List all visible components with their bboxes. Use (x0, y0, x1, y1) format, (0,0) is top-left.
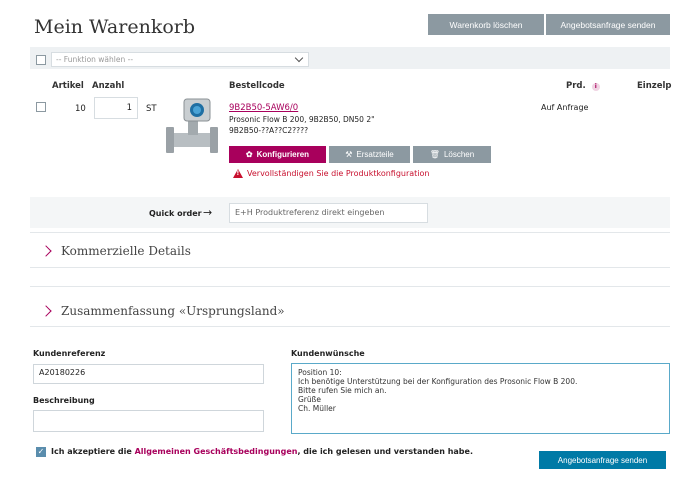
trash-icon: 🗑 (429, 150, 440, 159)
configure-button[interactable]: ✿ Konfigurieren (229, 146, 326, 163)
terms-link[interactable]: Allgemeinen Geschäftsbedingungen (135, 447, 298, 456)
quick-order-label: Quick order (149, 209, 202, 218)
select-all-checkbox[interactable] (36, 55, 46, 65)
send-request-button[interactable]: Angebotsanfrage senden (546, 14, 670, 35)
customer-wishes-textarea[interactable]: Position 10: Ich benötige Unterstützung … (291, 363, 670, 434)
function-select[interactable]: -- Funktion wählen -- (51, 52, 309, 67)
column-header-qty: Anzahl (92, 81, 125, 91)
customer-reference-input[interactable]: A20180226 (33, 364, 264, 384)
column-header-code: Bestellcode (229, 81, 285, 91)
chevron-right-icon (40, 245, 52, 257)
product-description: Prosonic Flow B 200, 9B2B50, DN50 2" (229, 115, 375, 124)
customer-wishes-label: Kundenwünsche (291, 349, 365, 358)
description-input[interactable] (33, 410, 264, 432)
send-request-footer-button[interactable]: Angebotsanfrage senden (539, 451, 666, 469)
terms-text: Ich akzeptiere die Allgemeinen Geschäfts… (51, 447, 473, 456)
section-commercial-details[interactable]: Kommerzielle Details (40, 244, 191, 258)
customer-reference-label: Kundenreferenz (33, 349, 106, 358)
delete-button[interactable]: 🗑 Löschen (413, 146, 491, 163)
row-item-number: 10 (75, 104, 86, 114)
column-header-unit-price: Einzelp (637, 81, 672, 91)
product-image (166, 98, 218, 153)
configuration-warning: Vervollständigen Sie die Produktkonfigur… (233, 169, 429, 178)
arrow-right-icon: → (203, 206, 213, 219)
wrench-icon: ⚒ (345, 150, 353, 159)
clear-cart-button[interactable]: Warenkorb löschen (428, 14, 544, 35)
info-icon[interactable]: i (591, 83, 600, 91)
spare-parts-button[interactable]: ⚒ Ersatzteile (329, 146, 410, 163)
description-label: Beschreibung (33, 396, 95, 405)
product-order-code: 9B2B50-??A??C2???? (229, 126, 309, 135)
row-unit: ST (146, 104, 157, 114)
product-code-link[interactable]: 9B2B50-5AW6/0 (229, 103, 298, 113)
column-header-item: Artikel (52, 81, 84, 91)
terms-checkbox[interactable]: ✓ (36, 447, 46, 457)
section-origin-summary[interactable]: Zusammenfassung «Ursprungsland» (40, 304, 285, 318)
column-header-prd: Prd. i (566, 81, 600, 91)
chevron-right-icon (40, 305, 52, 317)
page-title: Mein Warenkorb (34, 16, 196, 38)
quick-order-input[interactable]: E+H Produktreferenz direkt eingeben (229, 203, 428, 223)
row-checkbox[interactable] (36, 102, 46, 112)
quantity-input[interactable]: 1 (94, 97, 138, 119)
gear-icon: ✿ (245, 150, 253, 159)
warning-icon (233, 169, 243, 178)
availability-status: Auf Anfrage (541, 103, 589, 112)
chevron-down-icon (294, 53, 304, 63)
